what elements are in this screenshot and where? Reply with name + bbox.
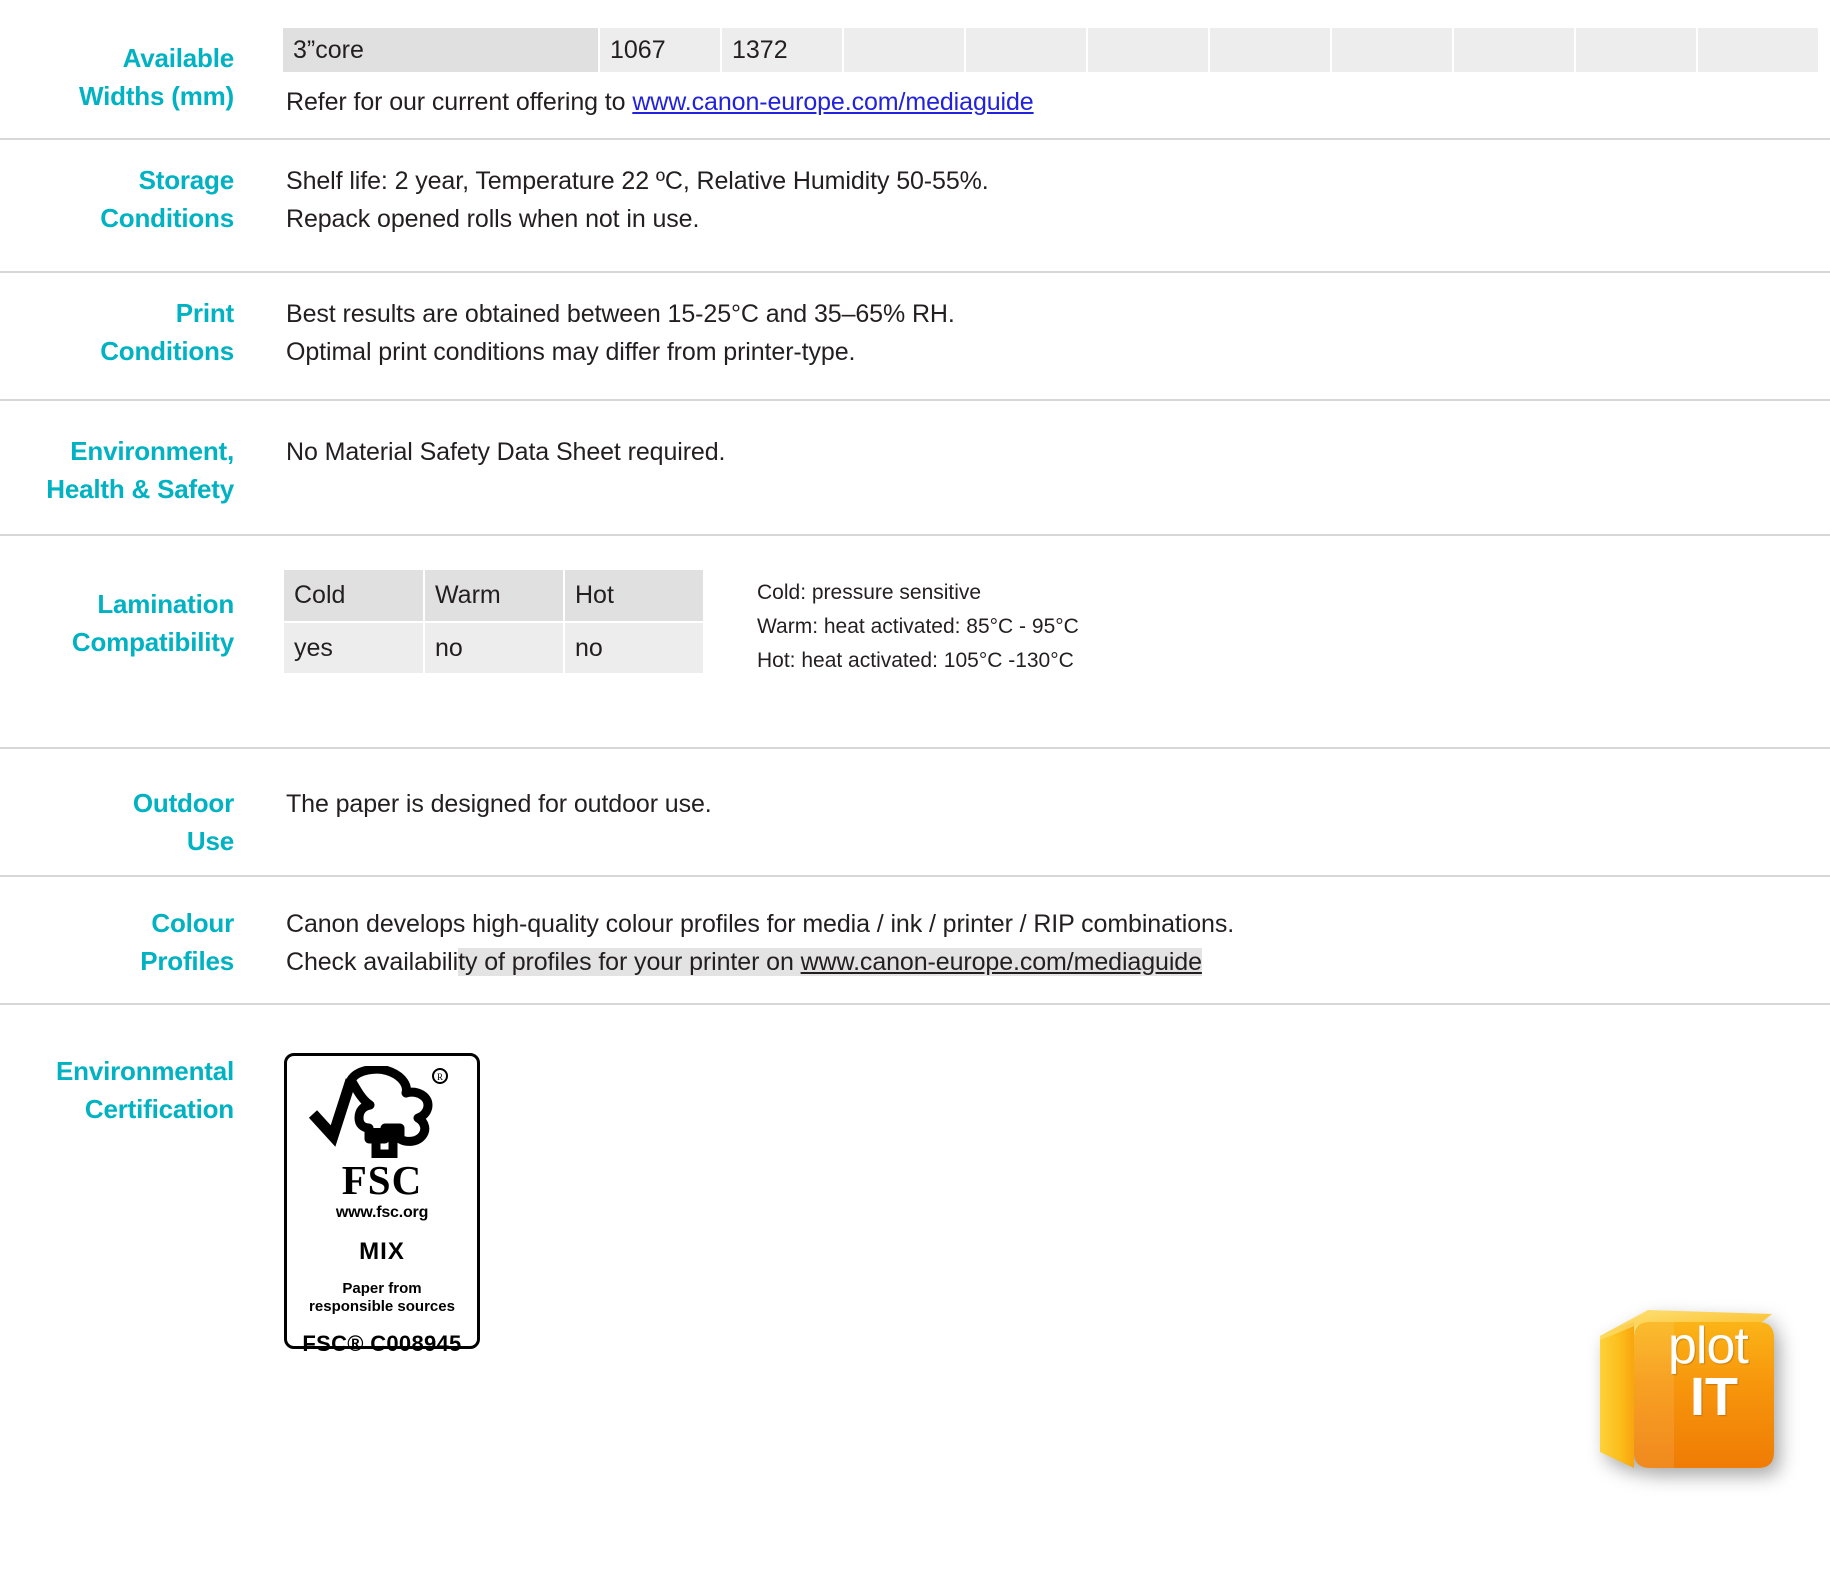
- label-environmental-certification: Environmental Certification: [0, 1053, 278, 1129]
- outdoor-use-line1: The paper is designed for outdoor use.: [286, 790, 712, 818]
- label-print-conditions-line2: Conditions: [100, 335, 234, 366]
- mediaguide-link-bottom[interactable]: www.canon-europe.com/mediaguide: [800, 948, 1202, 976]
- label-outdoor-use-line2: Use: [186, 825, 234, 856]
- plotit-wordmark: plot IT: [1668, 1317, 1749, 1427]
- label-available-widths-line1: Available: [122, 43, 235, 73]
- lamination-header-warm: Warm: [424, 570, 565, 623]
- label-colour-profiles: Colour Profiles: [0, 905, 278, 981]
- lamination-value-cold: yes: [284, 622, 425, 675]
- label-print-conditions: Print Conditions: [0, 295, 278, 371]
- fsc-tree-checkmark-icon: R: [307, 1064, 457, 1159]
- environment-health-safety-line1: No Material Safety Data Sheet required.: [286, 438, 726, 466]
- label-environmental-certification-line1: Environmental: [56, 1056, 234, 1086]
- lamination-notes: Cold: pressure sensitive Warm: heat acti…: [757, 570, 1079, 678]
- spec-sheet: Available Widths (mm) 3”core 1067 1372 R…: [0, 0, 1830, 1577]
- fsc-mix-label: MIX: [359, 1238, 405, 1265]
- widths-cell-empty: [1210, 28, 1332, 72]
- label-colour-profiles-line1: Colour: [151, 908, 234, 938]
- storage-conditions-line2: Repack opened rolls when not in use.: [286, 205, 700, 233]
- fsc-url: www.fsc.org: [335, 1204, 429, 1221]
- plotit-logo: plot IT: [1582, 1292, 1792, 1502]
- label-environmental-certification-line2: Certification: [84, 1093, 234, 1124]
- label-print-conditions-line1: Print: [175, 298, 234, 328]
- print-conditions-line1: Best results are obtained between 15-25°…: [286, 300, 955, 328]
- label-storage-conditions: Storage Conditions: [0, 162, 278, 238]
- outdoor-use-content: The paper is designed for outdoor use.: [278, 785, 1830, 823]
- label-available-widths: Available Widths (mm): [0, 28, 278, 116]
- section-storage-conditions: Storage Conditions Shelf life: 2 year, T…: [0, 140, 1830, 273]
- colour-profiles-line2: Check availability of profiles for your …: [286, 943, 1830, 981]
- label-environment-health-safety: Environment, Health & Safety: [0, 433, 278, 509]
- widths-cell-empty: [1576, 28, 1698, 72]
- fsc-name: FSC: [341, 1157, 423, 1203]
- lamination-header-cold: Cold: [284, 570, 425, 623]
- lamination-note-cold: Cold: pressure sensitive: [757, 581, 982, 604]
- widths-cell-empty: [1088, 28, 1210, 72]
- widths-cell-1067: 1067: [600, 28, 722, 72]
- environment-health-safety-content: No Material Safety Data Sheet required.: [278, 433, 1830, 471]
- lamination-value-hot: no: [564, 622, 705, 675]
- storage-conditions-line1: Shelf life: 2 year, Temperature 22 ºC, R…: [286, 167, 989, 195]
- storage-conditions-content: Shelf life: 2 year, Temperature 22 ºC, R…: [278, 162, 1830, 238]
- section-print-conditions: Print Conditions Best results are obtain…: [0, 273, 1830, 401]
- colour-profiles-content: Canon develops high-quality colour profi…: [278, 905, 1830, 981]
- available-widths-note: Refer for our current offering to www.ca…: [286, 86, 1830, 119]
- svg-text:R: R: [437, 1072, 443, 1082]
- label-lamination-compatibility-line1: Lamination: [97, 589, 234, 619]
- widths-cell-empty: [1454, 28, 1576, 72]
- label-environment-health-safety-line2: Health & Safety: [46, 473, 234, 504]
- widths-cell-empty: [1332, 28, 1454, 72]
- fsc-description-line2: responsible sources: [309, 1298, 455, 1316]
- print-conditions-line2: Optimal print conditions may differ from…: [286, 338, 856, 366]
- fsc-description-line1: Paper from: [342, 1280, 422, 1297]
- section-environmental-certification: Environmental Certification R FSC www.fs…: [0, 1005, 1830, 1365]
- section-available-widths: Available Widths (mm) 3”core 1067 1372 R…: [0, 0, 1830, 140]
- fsc-logo: R FSC www.fsc.org MIX Paper from respons…: [284, 1053, 480, 1356]
- colour-profiles-line1: Canon develops high-quality colour profi…: [286, 910, 1235, 938]
- mediaguide-link-top[interactable]: www.canon-europe.com/mediaguide: [632, 88, 1033, 116]
- print-conditions-content: Best results are obtained between 15-25°…: [278, 295, 1830, 371]
- lamination-value-warm: no: [424, 622, 565, 675]
- widths-cell-1372: 1372: [722, 28, 844, 72]
- section-outdoor-use: Outdoor Use The paper is designed for ou…: [0, 749, 1830, 877]
- label-colour-profiles-line2: Profiles: [140, 945, 234, 976]
- widths-cell-core: 3”core: [283, 28, 600, 72]
- section-lamination-compatibility: Lamination Compatibility Cold Warm Hot y…: [0, 536, 1830, 749]
- label-environment-health-safety-line1: Environment,: [70, 436, 234, 466]
- label-outdoor-use-line1: Outdoor: [132, 788, 234, 818]
- label-outdoor-use: Outdoor Use: [0, 785, 278, 861]
- lamination-value-row: yes no no: [284, 622, 705, 675]
- available-widths-content: 3”core 1067 1372 Refer for our current o…: [278, 28, 1830, 119]
- lamination-wrap: Cold Warm Hot yes no no Cold: pressure s…: [278, 562, 1830, 678]
- label-storage-conditions-line1: Storage: [138, 165, 235, 195]
- widths-cell-empty: [1698, 28, 1820, 72]
- lamination-header-hot: Hot: [564, 570, 705, 623]
- fsc-description: Paper from responsible sources: [309, 1280, 455, 1317]
- lamination-note-warm: Warm: heat activated: 85°C - 95°C: [757, 615, 1079, 639]
- plotit-wordmark-line1: plot: [1668, 1317, 1749, 1375]
- section-colour-profiles: Colour Profiles Canon develops high-qual…: [0, 877, 1830, 1005]
- colour-profiles-line2-start: Check availabili: [286, 948, 459, 976]
- widths-cell-empty: [844, 28, 966, 72]
- label-storage-conditions-line2: Conditions: [100, 202, 234, 233]
- lamination-header-row: Cold Warm Hot: [284, 570, 705, 623]
- label-lamination-compatibility-line2: Compatibility: [71, 626, 234, 657]
- lamination-note-hot: Hot: heat activated: 105°C -130°C: [757, 649, 1074, 673]
- lamination-content: Cold Warm Hot yes no no Cold: pressure s…: [278, 562, 1830, 678]
- label-lamination-compatibility: Lamination Compatibility: [0, 562, 278, 662]
- widths-table: 3”core 1067 1372: [283, 28, 1830, 72]
- colour-profiles-line2-highlight: ty of profiles for your printer on: [458, 948, 801, 976]
- label-available-widths-line2: Widths (mm): [79, 80, 234, 111]
- section-environment-health-safety: Environment, Health & Safety No Material…: [0, 401, 1830, 536]
- available-widths-note-prefix: Refer for our current offering to: [286, 88, 633, 116]
- lamination-table: Cold Warm Hot yes no no: [284, 570, 705, 675]
- fsc-certificate-code: FSC® C008945: [302, 1330, 462, 1356]
- widths-cell-empty: [966, 28, 1088, 72]
- plotit-wordmark-line2: IT: [1690, 1366, 1738, 1427]
